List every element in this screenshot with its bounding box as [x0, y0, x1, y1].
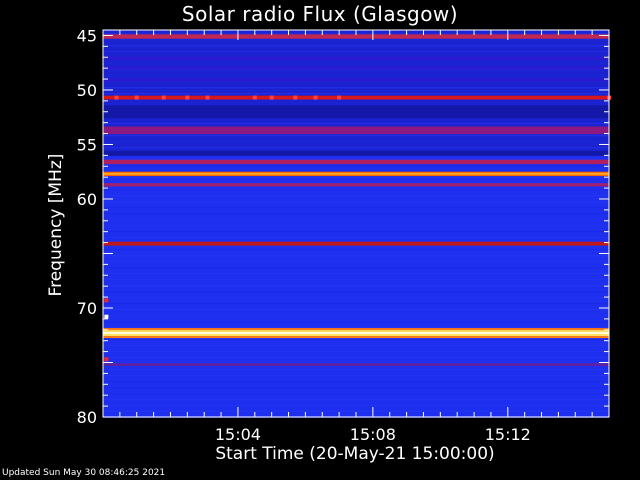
burst-spot — [252, 95, 257, 100]
emission-band-halo — [103, 336, 609, 339]
texture-line — [103, 351, 609, 353]
x-tick-label: 15:04 — [215, 425, 261, 444]
x-tick-label: 15:08 — [350, 425, 396, 444]
texture-line — [103, 87, 609, 89]
emission-band-core — [103, 173, 609, 175]
x-tick-label: 15:12 — [485, 425, 531, 444]
y-tick-label: 80 — [77, 408, 97, 427]
texture-line — [103, 273, 609, 275]
texture-line — [103, 219, 609, 221]
burst-spot — [185, 95, 190, 100]
texture-line — [103, 411, 609, 413]
emission-band-halo — [103, 328, 609, 331]
emission-band — [103, 159, 609, 165]
texture-line — [103, 207, 609, 209]
emission-band — [103, 105, 609, 119]
texture-line — [103, 75, 609, 77]
y-tick-label: 45 — [77, 26, 97, 45]
texture-line — [103, 399, 609, 401]
texture-line — [103, 321, 609, 323]
burst-spot — [313, 95, 318, 100]
texture-line — [103, 267, 609, 269]
texture-line — [103, 141, 609, 143]
texture-line — [103, 249, 609, 251]
texture-line — [103, 237, 609, 239]
texture-line — [103, 201, 609, 203]
texture-line — [103, 189, 609, 191]
texture-line — [103, 177, 609, 179]
texture-line — [103, 375, 609, 377]
burst-spot — [134, 95, 139, 100]
texture-line — [103, 393, 609, 395]
texture-line — [103, 291, 609, 293]
texture-line — [103, 285, 609, 287]
emission-band — [103, 56, 609, 60]
emission-band — [103, 241, 609, 246]
texture-line — [103, 195, 609, 197]
texture-line — [103, 45, 609, 47]
texture-line — [103, 213, 609, 215]
emission-band — [103, 66, 609, 70]
texture-line — [103, 123, 609, 125]
texture-line — [103, 39, 609, 41]
texture-line — [103, 255, 609, 257]
burst-spot — [114, 95, 119, 100]
emission-band — [103, 34, 609, 39]
texture-line — [103, 147, 609, 149]
emission-band — [103, 95, 609, 100]
texture-line — [103, 357, 609, 359]
emission-band — [103, 126, 609, 135]
y-tick-label: 55 — [77, 135, 97, 154]
texture-line — [103, 309, 609, 311]
texture-line — [103, 405, 609, 407]
spectrogram-chart: 45 50 55 60 70 80 15:04 15:08 15:12 — [77, 26, 611, 444]
texture-line — [103, 339, 609, 341]
texture-line — [103, 135, 609, 137]
y-tick-label: 60 — [77, 190, 97, 209]
texture-line — [103, 51, 609, 53]
y-tick-label: 50 — [77, 81, 97, 100]
y-tick-label: 70 — [77, 299, 97, 318]
texture-line — [103, 165, 609, 167]
burst-spot — [161, 95, 166, 100]
emission-band — [103, 183, 609, 187]
emission-band — [103, 78, 609, 82]
texture-line — [103, 225, 609, 227]
burst-spot — [104, 357, 109, 362]
texture-line — [103, 261, 609, 263]
emission-band — [103, 363, 609, 367]
emission-band-core — [103, 332, 609, 335]
burst-spot — [104, 314, 109, 319]
burst-spot — [293, 95, 298, 100]
burst-spot — [269, 95, 274, 100]
texture-line — [103, 387, 609, 389]
texture-line — [103, 381, 609, 383]
texture-line — [103, 303, 609, 305]
texture-line — [103, 327, 609, 329]
burst-spot — [337, 95, 342, 100]
texture-line — [103, 369, 609, 371]
emission-band — [103, 150, 609, 156]
texture-line — [103, 93, 609, 95]
texture-line — [103, 297, 609, 299]
texture-line — [103, 315, 609, 317]
texture-line — [103, 231, 609, 233]
burst-spot — [205, 95, 210, 100]
texture-line — [103, 63, 609, 65]
burst-spot — [104, 298, 109, 303]
texture-line — [103, 345, 609, 347]
texture-line — [103, 279, 609, 281]
